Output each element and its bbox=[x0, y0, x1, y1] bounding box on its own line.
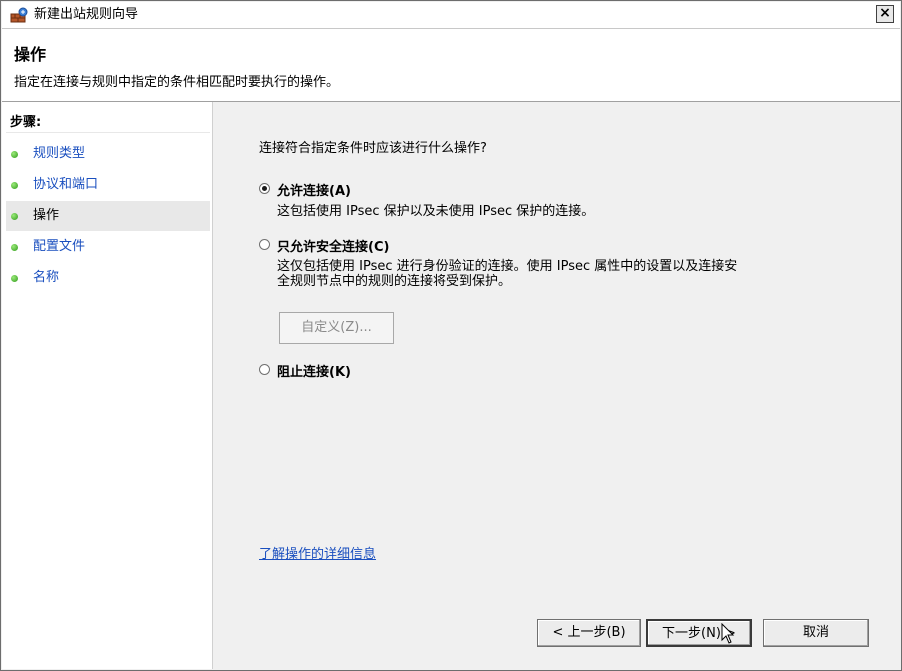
page-header: 操作 指定在连接与规则中指定的条件相匹配时要执行的操作。 bbox=[2, 29, 900, 102]
step-item-name[interactable]: 名称 bbox=[6, 263, 210, 293]
step-item-action[interactable]: 操作 bbox=[6, 201, 210, 231]
steps-panel: 步骤: 规则类型 协议和端口 操作 配置文件 名称 bbox=[2, 102, 213, 669]
firewall-icon bbox=[10, 7, 28, 23]
radio-allow-connection[interactable] bbox=[259, 183, 270, 194]
page-subtitle: 指定在连接与规则中指定的条件相匹配时要执行的操作。 bbox=[14, 75, 340, 90]
steps-divider bbox=[6, 132, 210, 133]
page-title: 操作 bbox=[14, 45, 47, 64]
step-bullet-icon bbox=[11, 275, 18, 282]
steps-title: 步骤: bbox=[10, 115, 42, 130]
learn-more-link[interactable]: 了解操作的详细信息 bbox=[259, 543, 376, 562]
option-secure-description-line1: 这仅包括使用 IPsec 进行身份验证的连接。使用 IPsec 属性中的设置以及… bbox=[277, 259, 738, 274]
option-secure-label[interactable]: 只允许安全连接(C) bbox=[277, 236, 389, 255]
step-bullet-icon bbox=[11, 182, 18, 189]
step-label: 配置文件 bbox=[33, 239, 86, 254]
mouse-pointer-icon bbox=[721, 623, 735, 644]
option-allow-label[interactable]: 允许连接(A) bbox=[277, 180, 351, 199]
next-button[interactable]: 下一步(N) > bbox=[646, 619, 752, 647]
main-content: 连接符合指定条件时应该进行什么操作? 允许连接(A) 这包括使用 IPsec 保… bbox=[213, 102, 900, 669]
step-label: 操作 bbox=[33, 208, 60, 223]
step-label: 规则类型 bbox=[33, 146, 86, 161]
wizard-window: 新建出站规则向导 × 操作 指定在连接与规则中指定的条件相匹配时要执行的操作。 … bbox=[0, 0, 902, 671]
radio-block-connection[interactable] bbox=[259, 364, 270, 375]
step-label: 协议和端口 bbox=[33, 177, 99, 192]
step-item-rule-type[interactable]: 规则类型 bbox=[6, 139, 210, 169]
window-title: 新建出站规则向导 bbox=[34, 7, 139, 22]
option-block-label[interactable]: 阻止连接(K) bbox=[277, 361, 351, 380]
customize-button[interactable]: 自定义(Z)... bbox=[279, 312, 394, 344]
step-label: 名称 bbox=[33, 270, 60, 285]
step-bullet-icon bbox=[11, 244, 18, 251]
step-item-profile[interactable]: 配置文件 bbox=[6, 232, 210, 262]
step-item-protocol-ports[interactable]: 协议和端口 bbox=[6, 170, 210, 200]
cancel-button[interactable]: 取消 bbox=[763, 619, 869, 647]
option-allow-description: 这包括使用 IPsec 保护以及未使用 IPsec 保护的连接。 bbox=[277, 204, 595, 219]
step-bullet-icon bbox=[11, 151, 18, 158]
back-button[interactable]: < 上一步(B) bbox=[537, 619, 641, 647]
title-bar: 新建出站规则向导 × bbox=[2, 2, 900, 29]
radio-allow-secure-connection[interactable] bbox=[259, 239, 270, 250]
action-question: 连接符合指定条件时应该进行什么操作? bbox=[259, 141, 487, 156]
close-button[interactable]: × bbox=[876, 5, 894, 23]
option-secure-description-line2: 全规则节点中的规则的连接将受到保护。 bbox=[277, 274, 512, 289]
step-bullet-icon bbox=[11, 213, 18, 220]
